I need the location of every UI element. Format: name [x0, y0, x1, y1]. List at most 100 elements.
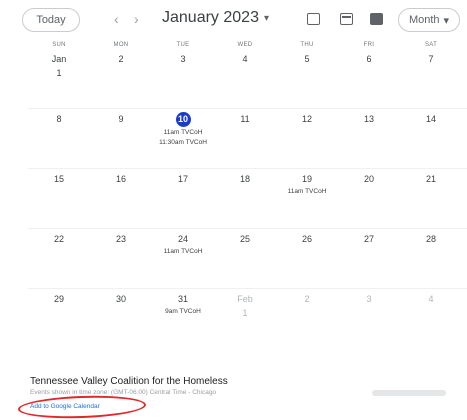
calendar-event[interactable]: 11am TVCoH [152, 248, 214, 256]
day-of-week-header: SUN MON TUE WED THU FRI SAT [28, 40, 467, 52]
date-number: 3 [180, 54, 186, 64]
date-number: Jan 1 [51, 54, 67, 78]
day-cell[interactable]: 21 [400, 172, 462, 232]
week-divider [28, 228, 467, 229]
calendar-event[interactable]: 9am TVCoH [152, 308, 214, 316]
day-of-week-label: TUE [176, 42, 190, 48]
chevron-down-icon: ▾ [263, 12, 269, 24]
day-cell[interactable]: 20 [338, 172, 400, 232]
day-cell[interactable]: 15 [28, 172, 90, 232]
month-grid: SUN MON TUE WED THU FRI SAT Jan 1 2 3 4 5 6 7 8 9 10 11a… [28, 40, 467, 356]
day-cell[interactable]: 29 [28, 292, 90, 352]
week-divider [28, 168, 467, 169]
day-cell[interactable]: 19 11am TVCoH [276, 172, 338, 232]
date-number: 8 [56, 114, 62, 124]
day-cell[interactable]: 22 [28, 232, 90, 292]
date-number: 5 [304, 54, 310, 64]
calendar-event[interactable]: 11am TVCoH [152, 129, 214, 137]
date-number: 2 [118, 54, 124, 64]
day-cell[interactable]: 2 [276, 292, 338, 352]
date-number: 28 [425, 234, 436, 244]
calendar-event[interactable]: 11:30am TVCoH [152, 139, 214, 147]
date-number: 26 [301, 234, 312, 244]
day-cell[interactable]: 24 11am TVCoH [152, 232, 214, 292]
day-cell[interactable]: 12 [276, 112, 338, 172]
month-selector[interactable]: January 2023 ▾ [162, 9, 269, 27]
day-cell[interactable]: 2 [90, 52, 152, 112]
chevron-left-icon[interactable]: ‹ [114, 11, 119, 27]
day-of-week-label: MON [113, 42, 129, 48]
day-cell[interactable]: 28 [400, 232, 462, 292]
day-cell[interactable]: 27 [338, 232, 400, 292]
chevron-right-icon[interactable]: › [134, 11, 139, 27]
day-cell[interactable]: Jan 1 [28, 52, 90, 112]
date-number: 16 [115, 174, 126, 184]
day-cell[interactable]: 17 [152, 172, 214, 232]
date-number: 12 [301, 114, 312, 124]
date-number: 18 [239, 174, 250, 184]
date-number: 19 [301, 174, 312, 184]
week-divider [28, 288, 467, 289]
day-cell[interactable]: 25 [214, 232, 276, 292]
day-cell[interactable]: 7 [400, 52, 462, 112]
date-number: 17 [177, 174, 188, 184]
view-select-label: Month [408, 14, 440, 26]
day-cell[interactable]: 3 [152, 52, 214, 112]
month-title: January 2023 [162, 9, 259, 26]
date-number: 21 [425, 174, 436, 184]
day-cell[interactable]: 23 [90, 232, 152, 292]
day-cell[interactable]: 30 [90, 292, 152, 352]
day-cell[interactable]: 3 [338, 292, 400, 352]
day-of-week-label: THU [300, 42, 314, 48]
today-button[interactable]: Today [22, 8, 80, 32]
day-cell[interactable]: 4 [214, 52, 276, 112]
date-number: 25 [239, 234, 250, 244]
date-number: 22 [53, 234, 64, 244]
day-of-week-label: SAT [424, 42, 438, 48]
timezone-note: Events shown in time zone: (GMT-06:00) C… [30, 389, 217, 396]
day-cell[interactable]: 10 11am TVCoH 11:30am TVCoH [152, 112, 214, 172]
week-divider [28, 108, 467, 109]
calendar-toolbar: Today ‹ › January 2023 ▾ Month ▾ [0, 0, 467, 40]
day-cell[interactable]: 6 [338, 52, 400, 112]
calendar-footer: Tennessee Valley Coalition for the Homel… [0, 356, 467, 420]
day-cell[interactable]: 31 9am TVCoH [152, 292, 214, 352]
date-number: 20 [363, 174, 374, 184]
view-select[interactable]: Month ▾ [398, 8, 460, 32]
day-cell[interactable]: 26 [276, 232, 338, 292]
calendar-event[interactable]: 11am TVCoH [276, 188, 338, 196]
day-of-week-label: FRI [363, 42, 375, 48]
agenda-view-icon[interactable] [370, 13, 383, 25]
date-number: 14 [425, 114, 436, 124]
date-number: 4 [242, 54, 248, 64]
add-to-calendar-link[interactable]: Add to Google Calendar [30, 403, 100, 410]
week-view-icon[interactable] [340, 13, 353, 25]
day-cell[interactable]: 18 [214, 172, 276, 232]
date-number: 2 [304, 294, 310, 304]
date-number: 11 [240, 114, 250, 124]
date-number: 30 [115, 294, 126, 304]
date-number: 3 [366, 294, 372, 304]
calendar-name: Tennessee Valley Coalition for the Homel… [30, 376, 228, 387]
day-cell[interactable]: 4 [400, 292, 462, 352]
day-cell[interactable]: 14 [400, 112, 462, 172]
day-of-week-label: SUN [52, 42, 66, 48]
date-number: 23 [115, 234, 126, 244]
day-cell[interactable]: 5 [276, 52, 338, 112]
print-icon[interactable] [307, 13, 320, 25]
day-cell[interactable]: 13 [338, 112, 400, 172]
date-number: 15 [53, 174, 64, 184]
date-number: 4 [428, 294, 434, 304]
day-cell[interactable]: 9 [90, 112, 152, 172]
day-cell[interactable]: Feb 1 [214, 292, 276, 352]
date-number: 6 [366, 54, 372, 64]
today-date-number: 10 [175, 112, 191, 127]
day-cell[interactable]: 11 [214, 112, 276, 172]
date-number: 13 [363, 114, 374, 124]
day-cell[interactable]: 8 [28, 112, 90, 172]
date-number: 27 [363, 234, 374, 244]
date-number: 31 [177, 294, 188, 304]
date-number: 24 [177, 234, 188, 244]
day-cell[interactable]: 16 [90, 172, 152, 232]
date-number: 29 [53, 294, 64, 304]
